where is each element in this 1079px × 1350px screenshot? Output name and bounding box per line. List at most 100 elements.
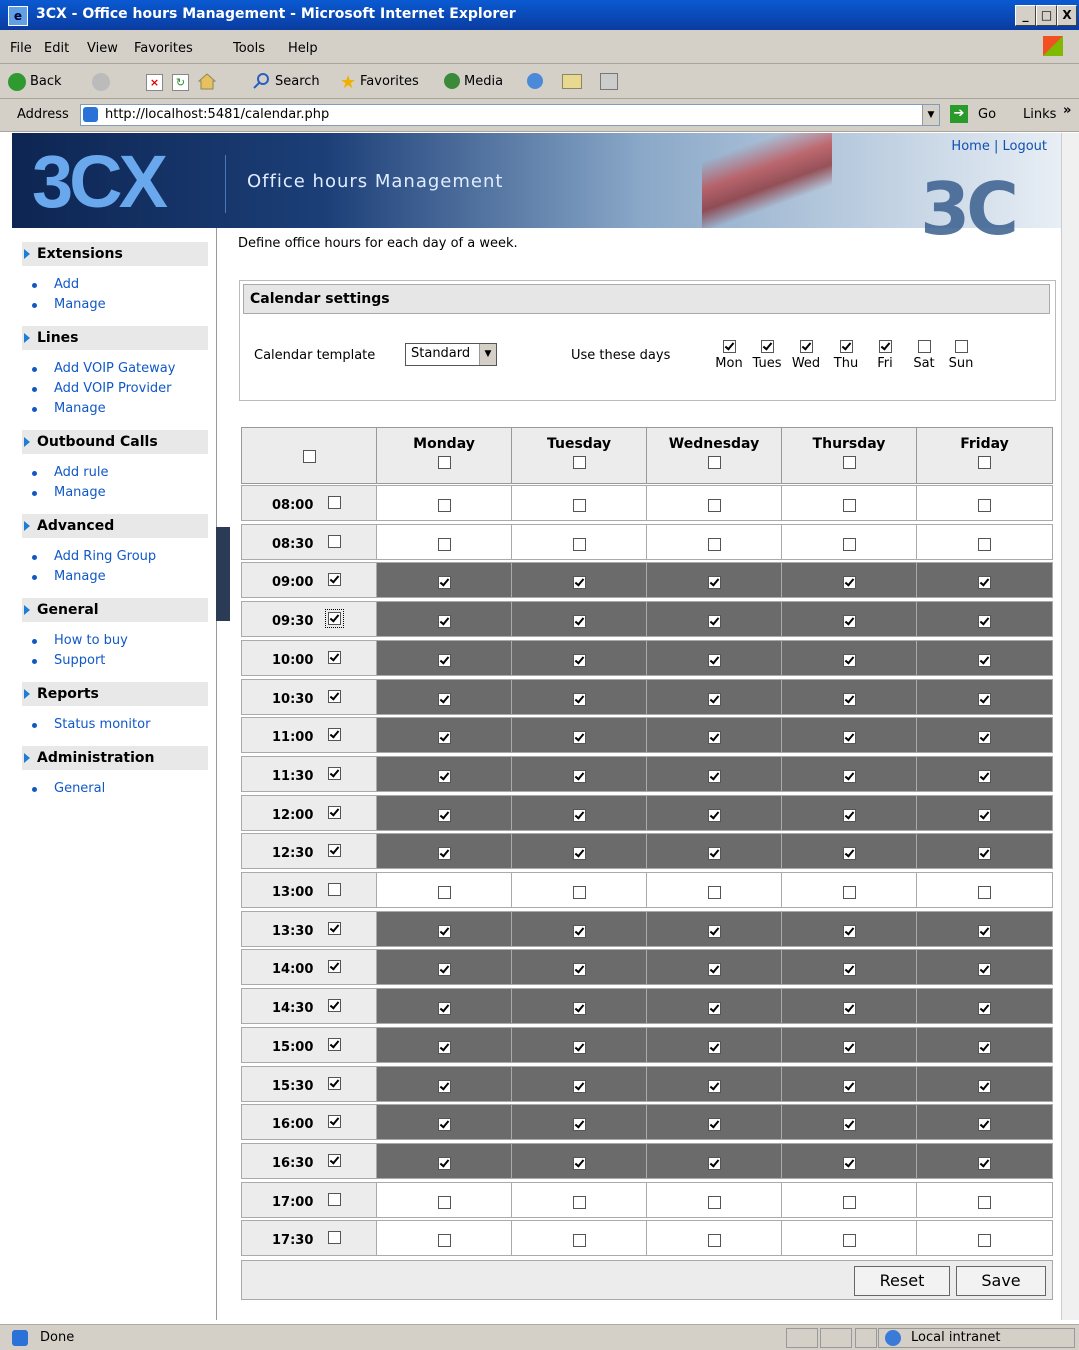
time-slot-cell[interactable] [511,1066,647,1102]
time-slot-cell[interactable] [376,949,512,985]
time-row-checkbox[interactable] [328,1115,341,1128]
time-slot-checkbox[interactable] [573,809,586,822]
vertical-scrollbar[interactable] [1061,133,1079,1320]
time-slot-cell[interactable] [781,1066,917,1102]
search-icon[interactable] [252,72,270,90]
time-slot-cell[interactable] [916,872,1053,908]
home-link[interactable]: Home [951,139,989,154]
menu-edit[interactable]: Edit [44,41,69,56]
time-slot-cell[interactable] [376,717,512,753]
back-arrow-icon[interactable] [8,73,26,91]
time-row-checkbox[interactable] [328,728,341,741]
time-slot-cell[interactable] [646,795,782,831]
time-slot-checkbox[interactable] [708,1118,721,1131]
day-checkbox-sun[interactable]: Sun [944,339,978,371]
time-slot-cell[interactable] [916,601,1053,637]
calendar-template-select[interactable]: Standard ▼ [405,343,497,366]
time-slot-cell[interactable] [646,485,782,521]
time-slot-cell[interactable] [781,1182,917,1218]
select-all-checkbox[interactable] [302,450,316,463]
time-slot-checkbox[interactable] [978,770,991,783]
time-slot-checkbox[interactable] [843,847,856,860]
day-checkbox-mon[interactable]: Mon [712,339,746,371]
time-slot-checkbox[interactable] [438,538,451,551]
time-row-checkbox[interactable] [328,960,341,973]
time-slot-checkbox[interactable] [573,963,586,976]
time-slot-checkbox[interactable] [843,1002,856,1015]
time-slot-cell[interactable] [916,562,1053,598]
search-button[interactable]: Search [275,74,320,89]
time-slot-cell[interactable] [511,562,647,598]
close-button[interactable]: X [1057,5,1077,26]
time-slot-checkbox[interactable] [708,963,721,976]
time-slot-checkbox[interactable] [708,693,721,706]
time-slot-checkbox[interactable] [708,1080,721,1093]
day-column-checkbox[interactable] [978,456,991,469]
home-icon[interactable] [197,73,217,90]
time-slot-cell[interactable] [916,756,1053,792]
checkbox[interactable] [839,340,853,353]
sidebar-collapse-handle[interactable] [216,527,230,621]
time-slot-cell[interactable] [511,601,647,637]
time-slot-cell[interactable] [646,562,782,598]
time-slot-cell[interactable] [916,911,1053,947]
time-slot-cell[interactable] [646,1027,782,1063]
media-button[interactable]: Media [464,74,503,89]
forward-arrow-icon[interactable] [92,73,110,91]
time-slot-checkbox[interactable] [573,770,586,783]
time-slot-checkbox[interactable] [708,538,721,551]
time-row-checkbox[interactable] [328,573,341,586]
time-slot-checkbox[interactable] [978,963,991,976]
time-slot-cell[interactable] [781,756,917,792]
time-slot-checkbox[interactable] [708,1157,721,1170]
time-slot-checkbox[interactable] [708,576,721,589]
time-slot-checkbox[interactable] [573,1080,586,1093]
checkbox[interactable] [799,340,813,353]
minimize-button[interactable]: _ [1015,5,1036,26]
time-slot-cell[interactable] [646,1143,782,1179]
time-slot-checkbox[interactable] [573,731,586,744]
day-checkbox-wed[interactable]: Wed [789,339,823,371]
time-slot-cell[interactable] [511,795,647,831]
time-slot-cell[interactable] [376,640,512,676]
address-dropdown-arrow-icon[interactable]: ▼ [922,105,939,125]
time-row-checkbox[interactable] [328,1077,341,1090]
time-row-checkbox[interactable] [328,535,341,548]
time-slot-checkbox[interactable] [843,1196,856,1209]
time-row-checkbox[interactable] [328,922,341,935]
checkbox[interactable] [722,340,736,353]
checkbox[interactable] [878,340,892,353]
time-row-checkbox[interactable] [328,806,341,819]
time-slot-cell[interactable] [916,717,1053,753]
time-slot-cell[interactable] [511,833,647,869]
sidebar-section-outbound-calls[interactable]: Outbound Calls [22,430,208,454]
time-slot-cell[interactable] [646,833,782,869]
time-slot-cell[interactable] [781,833,917,869]
time-slot-checkbox[interactable] [843,1157,856,1170]
time-slot-cell[interactable] [781,872,917,908]
time-slot-cell[interactable] [781,1143,917,1179]
time-slot-cell[interactable] [781,949,917,985]
time-slot-cell[interactable] [781,795,917,831]
logout-link[interactable]: Logout [1002,139,1047,154]
time-slot-cell[interactable] [646,949,782,985]
menu-favorites[interactable]: Favorites [134,41,193,56]
time-slot-cell[interactable] [376,1220,512,1256]
save-button[interactable]: Save [956,1266,1046,1296]
time-slot-cell[interactable] [511,988,647,1024]
time-slot-cell[interactable] [646,601,782,637]
time-slot-checkbox[interactable] [438,693,451,706]
sidebar-section-general[interactable]: General [22,598,208,622]
time-row-checkbox[interactable] [328,883,341,896]
time-slot-checkbox[interactable] [573,538,586,551]
time-slot-checkbox[interactable] [573,654,586,667]
day-checkbox-fri[interactable]: Fri [868,339,902,371]
time-slot-checkbox[interactable] [978,538,991,551]
time-row-checkbox[interactable] [328,999,341,1012]
time-slot-cell[interactable] [646,679,782,715]
time-slot-checkbox[interactable] [978,1196,991,1209]
time-slot-checkbox[interactable] [843,538,856,551]
address-input[interactable]: http://localhost:5481/calendar.php ▼ [80,104,940,126]
time-slot-checkbox[interactable] [573,1196,586,1209]
menu-view[interactable]: View [87,41,118,56]
